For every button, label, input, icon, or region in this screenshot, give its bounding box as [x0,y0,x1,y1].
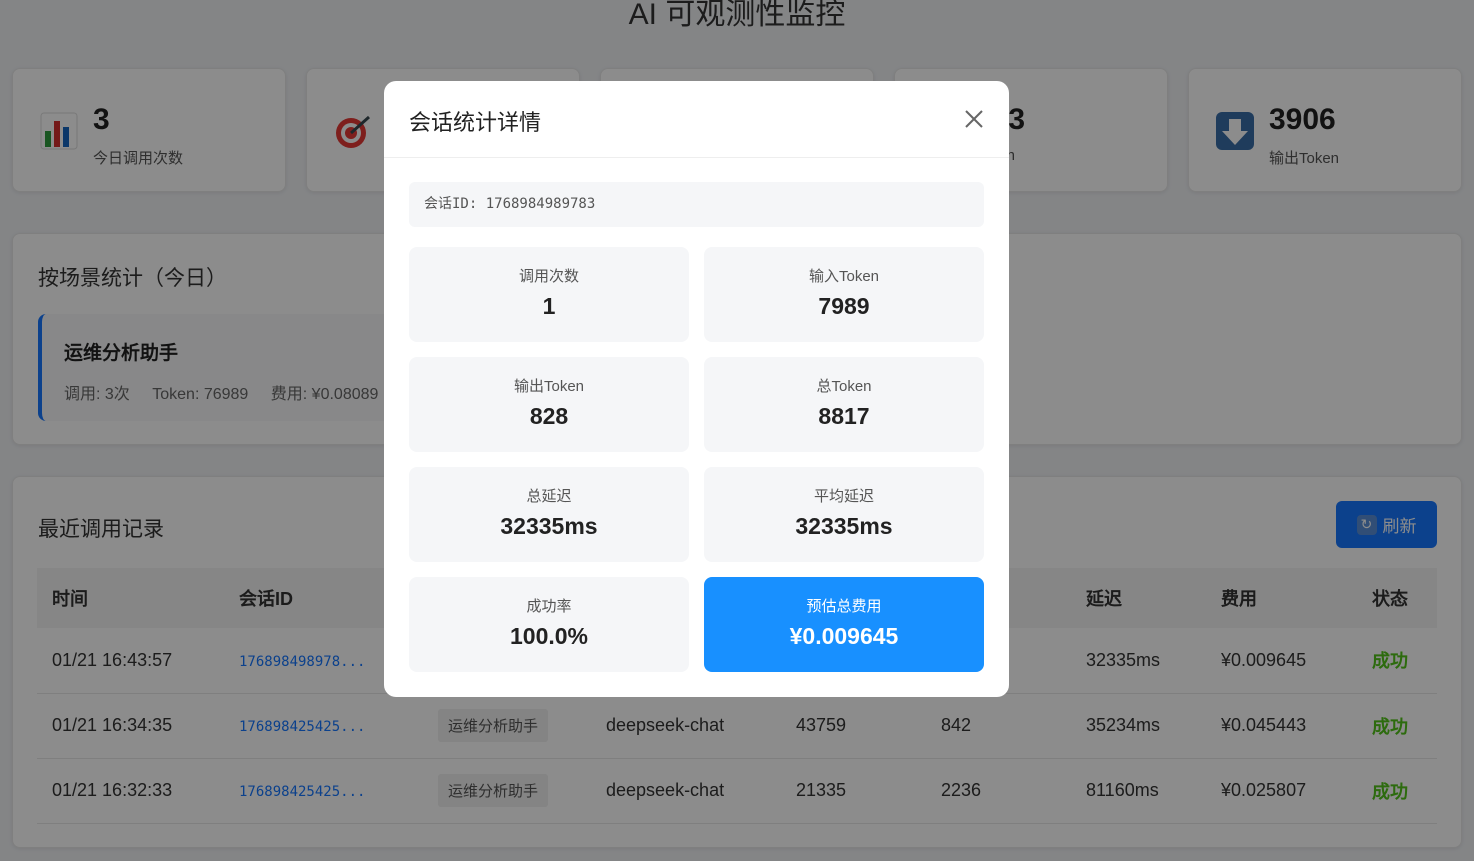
metric-label: 总延迟 [526,488,572,505]
metric-estimated-cost: 预估总费用 ¥0.009645 [704,577,984,672]
metric-avg-latency: 平均延迟 32335ms [704,467,984,562]
metric-label: 调用次数 [518,268,579,285]
metric-total-token: 总Token 8817 [704,357,984,452]
metric-call-count: 调用次数 1 [409,247,689,342]
metric-label: 输入Token [808,268,880,285]
metric-value: 1 [542,293,556,319]
metric-value: 32335ms [500,513,598,539]
metric-value: 100.0% [509,623,588,649]
metric-input-token: 输入Token 7989 [704,247,984,342]
metric-label: 成功率 [526,598,572,615]
metric-label: 输出Token [513,378,585,395]
metric-value: 828 [529,403,569,429]
close-icon[interactable] [962,107,986,131]
metric-label: 总Token [816,378,872,395]
metric-label: 平均延迟 [813,488,874,505]
session-stats-modal: 会话统计详情 会话ID: 1768984989783 调用次数 1 输入Toke… [384,81,1009,697]
modal-header: 会话统计详情 [384,81,1009,158]
modal-title: 会话统计详情 [409,110,542,135]
session-id: 会话ID: 1768984989783 [409,182,984,227]
metric-label: 预估总费用 [806,598,882,615]
metric-success-rate: 成功率 100.0% [409,577,689,672]
metric-total-latency: 总延迟 32335ms [409,467,689,562]
metric-value: 8817 [818,403,870,429]
metric-value: ¥0.009645 [789,623,899,649]
metric-value: 7989 [818,293,870,319]
metric-output-token: 输出Token 828 [409,357,689,452]
metric-value: 32335ms [795,513,893,539]
